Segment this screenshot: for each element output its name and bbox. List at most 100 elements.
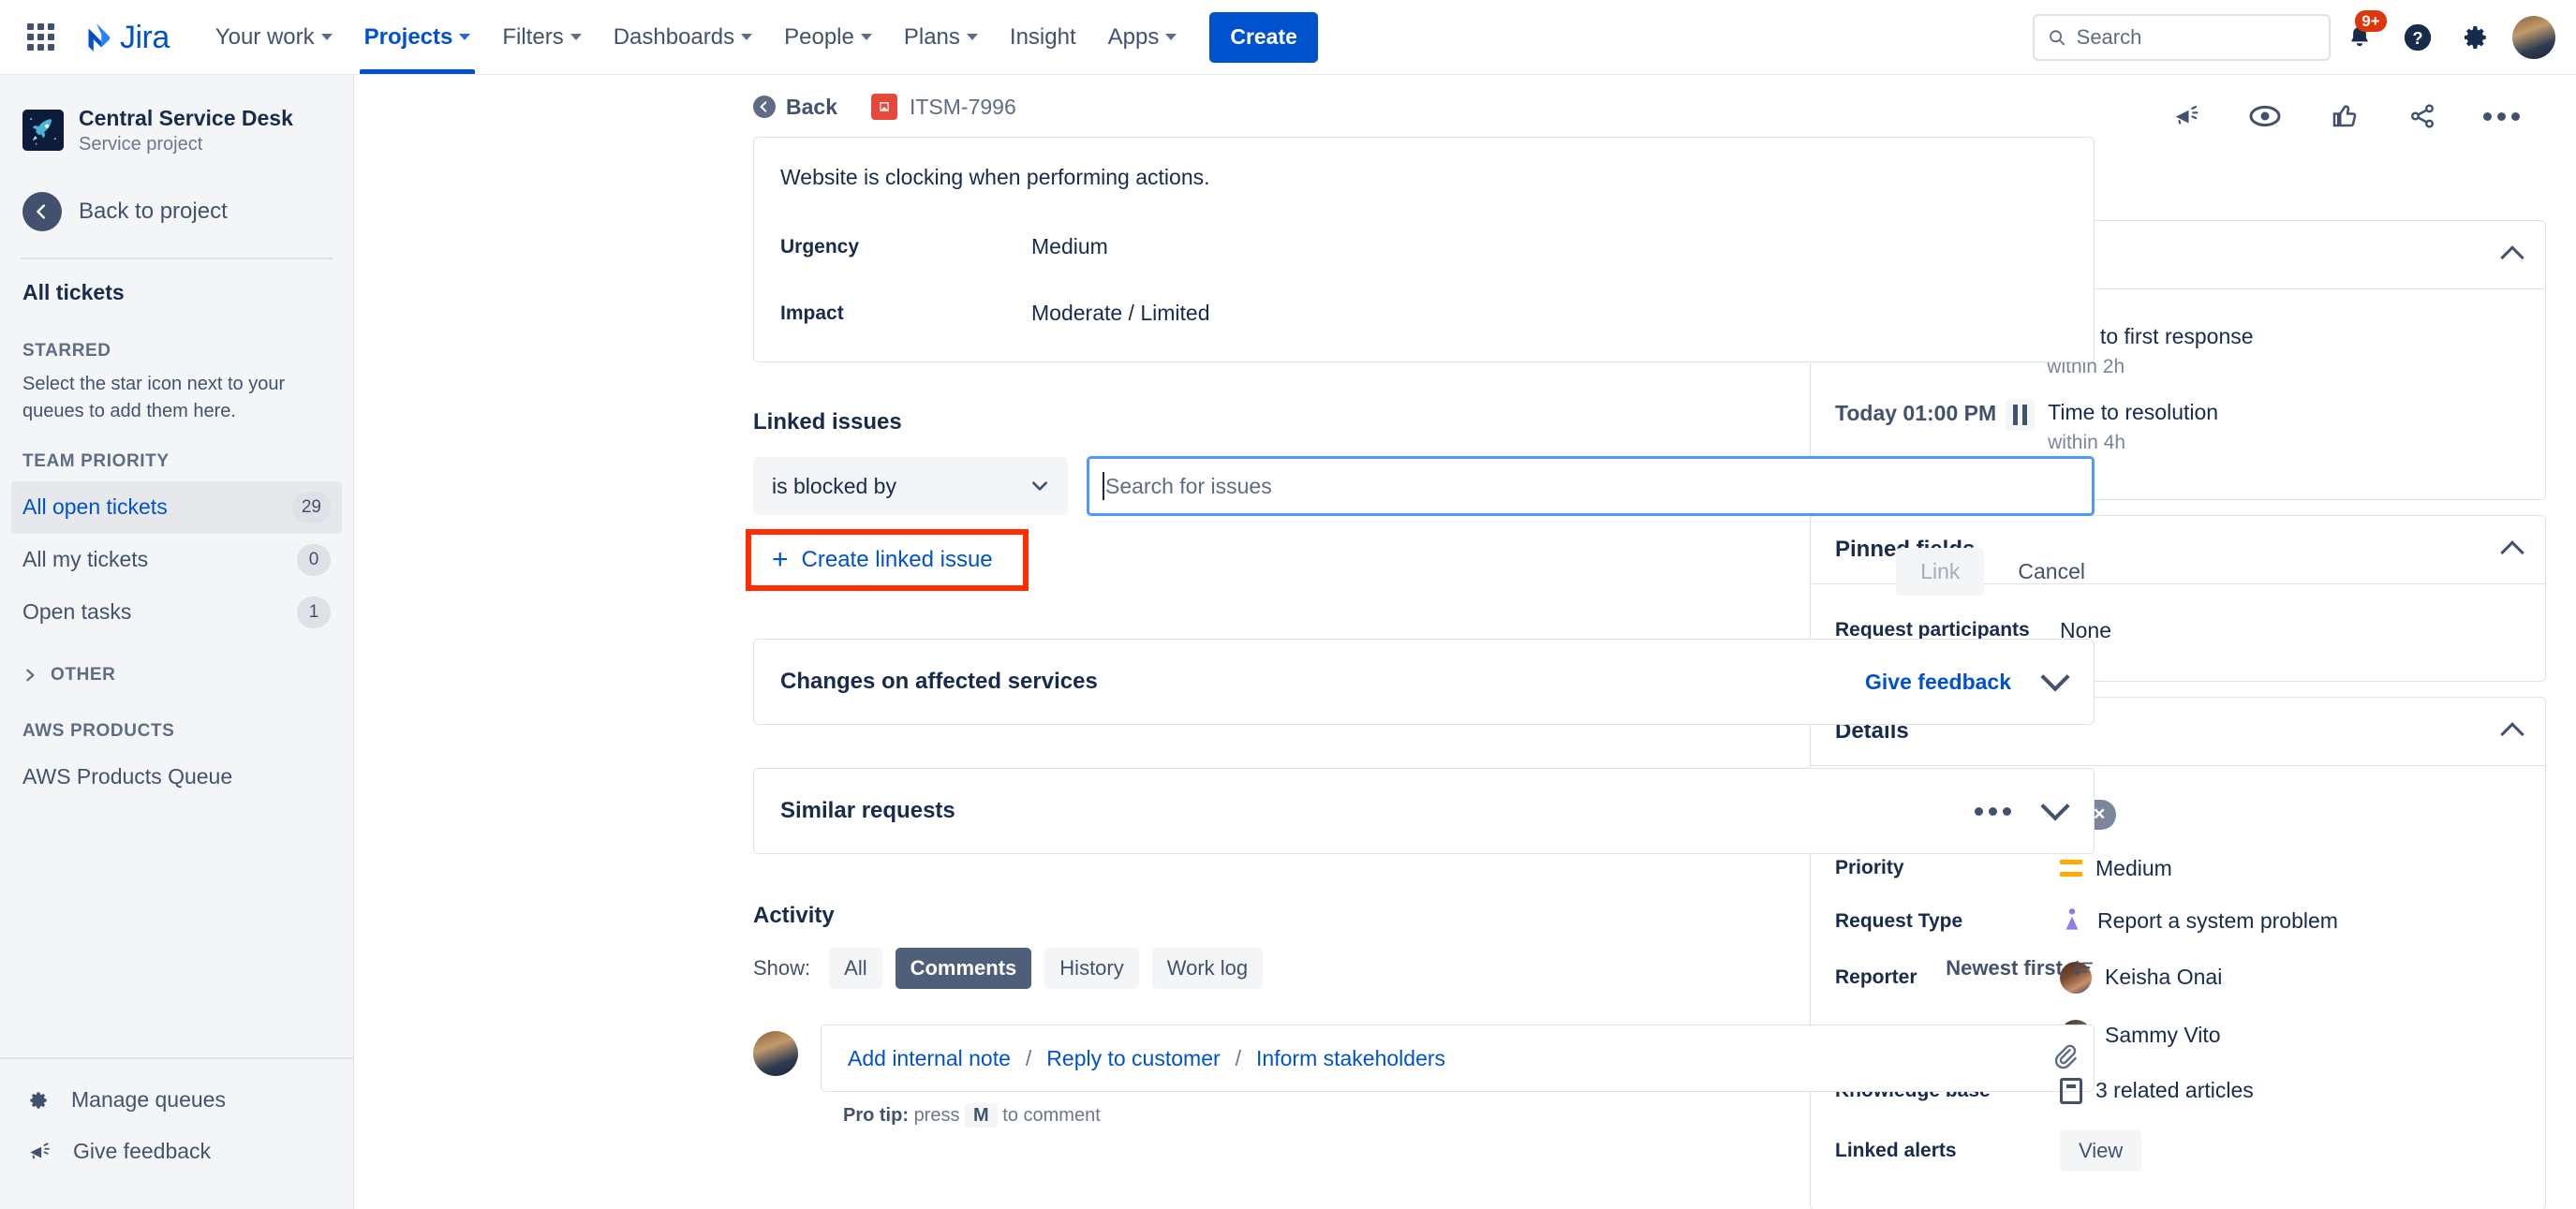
reporter-value: Keisha Onai (2105, 965, 2223, 989)
link-type-select[interactable]: is blocked by (753, 457, 1068, 516)
create-linked-issue-label: Create linked issue (801, 547, 993, 573)
field-row-impact: Impact Moderate / Limited (780, 301, 2067, 326)
global-search[interactable] (2033, 13, 2331, 61)
chevron-up-icon[interactable] (2500, 539, 2524, 565)
assignee-value: Sammy Vito (2105, 1023, 2221, 1047)
nav-item-apps[interactable]: Apps (1092, 0, 1193, 74)
app-switcher-icon[interactable] (21, 18, 60, 57)
sort-order-button[interactable]: Newest first (1946, 956, 2095, 980)
nav-item-people[interactable]: People (768, 0, 888, 74)
chevron-up-icon[interactable] (2500, 721, 2524, 746)
queue-label: AWS Products Queue (22, 764, 233, 789)
arrow-left-icon (22, 191, 62, 231)
breadcrumb: Back ITSM-7996 (354, 75, 1802, 137)
create-linked-issue-button[interactable]: + Create linked issue (746, 529, 1029, 592)
jira-logo[interactable]: Jira (81, 22, 170, 53)
project-header[interactable]: Central Service Desk Service project (0, 99, 353, 162)
linked-alerts-label: Linked alerts (1835, 1139, 1957, 1161)
give-feedback-link[interactable]: Give feedback (1865, 670, 2011, 695)
more-actions-icon[interactable] (2480, 96, 2522, 137)
sidebar-item-manage-queues[interactable]: Manage queues (0, 1074, 353, 1126)
sidebar-footer: Manage queues Give feedback (0, 1057, 353, 1209)
watch-eye-icon[interactable] (2244, 96, 2286, 137)
comment-composer[interactable]: Add internal note / Reply to customer / … (821, 1025, 2095, 1093)
nav-label: People (784, 23, 854, 50)
nav-item-plans[interactable]: Plans (888, 0, 994, 74)
share-icon[interactable] (2402, 96, 2443, 137)
nav-item-your-work[interactable]: Your work (200, 0, 348, 74)
tab-all[interactable]: All (829, 948, 882, 990)
sidebar-item-all-my-tickets[interactable]: All my tickets 0 (11, 534, 342, 586)
separator: / (1025, 1045, 1032, 1070)
sidebar-group-team-priority: TEAM PRIORITY (22, 450, 170, 471)
chevron-down-icon[interactable] (2040, 662, 2070, 692)
pro-tip-key: M (965, 1103, 998, 1128)
app-shell: Central Service Desk Service project Bac… (0, 75, 2576, 1209)
nav-right-cluster: 9+ ? (2033, 8, 2555, 66)
sla-name: Time to resolution (2048, 399, 2219, 424)
project-name: Central Service Desk (79, 106, 293, 130)
nav-item-insight[interactable]: Insight (994, 0, 1092, 74)
project-avatar-rocket-icon (22, 110, 64, 152)
chevron-down-icon (459, 34, 471, 40)
nav-item-dashboards[interactable]: Dashboards (598, 0, 768, 74)
chevron-down-icon[interactable] (2040, 791, 2070, 821)
request-type-value-wrap[interactable]: Report a system problem (2060, 907, 2338, 936)
attach-file-button[interactable] (2050, 1042, 2079, 1075)
cancel-button[interactable]: Cancel (2008, 548, 2095, 596)
chevron-up-icon[interactable] (2500, 245, 2524, 270)
sidebar-group-other[interactable]: OTHER (0, 639, 353, 695)
main-area: Back ITSM-7996 Website is clocking when … (354, 75, 2576, 1209)
sidebar-item-open-tasks[interactable]: Open tasks 1 (11, 586, 342, 639)
link-button[interactable]: Link (1896, 548, 1985, 597)
starred-hint-text: Select the star icon next to your queues… (22, 373, 286, 421)
tab-work-log[interactable]: Work log (1151, 948, 1264, 990)
issue-key-link[interactable]: ITSM-7996 (870, 94, 1016, 120)
sort-descending-icon (2073, 961, 2094, 976)
notifications-icon[interactable]: 9+ (2331, 8, 2389, 66)
inform-stakeholders-link[interactable]: Inform stakeholders (1256, 1046, 1445, 1071)
sidebar-item-give-feedback[interactable]: Give feedback (0, 1126, 353, 1177)
like-thumbs-up-icon[interactable] (2323, 96, 2364, 137)
create-button[interactable]: Create (1209, 11, 1318, 63)
jira-logo-text: Jira (120, 19, 170, 55)
sidebar-item-all-open-tickets[interactable]: All open tickets 29 (11, 480, 342, 534)
help-icon[interactable]: ? (2389, 8, 2447, 66)
profile-avatar[interactable] (2512, 15, 2555, 59)
priority-value: Medium (2095, 855, 2172, 880)
pro-tip-press: press (913, 1105, 960, 1127)
back-to-project-link[interactable]: Back to project (0, 181, 353, 243)
feedback-megaphone-icon[interactable] (2166, 96, 2207, 137)
issue-search-field[interactable] (1087, 456, 2095, 517)
nav-item-filters[interactable]: Filters (486, 0, 597, 74)
reply-to-customer-link[interactable]: Reply to customer (1046, 1046, 1220, 1071)
jira-logo-icon (88, 22, 111, 52)
back-to-project-label: Back to project (79, 198, 228, 224)
more-options-icon[interactable] (1975, 806, 2011, 816)
view-linked-alerts-button[interactable]: View (2060, 1129, 2142, 1172)
changes-on-affected-services-card: Changes on affected services Give feedba… (753, 639, 2095, 726)
field-row-urgency: Urgency Medium (780, 234, 2067, 259)
sidebar-item-aws-products-queue[interactable]: AWS Products Queue (11, 751, 342, 804)
request-type-label: Request Type (1835, 909, 1963, 932)
tab-history[interactable]: History (1044, 948, 1139, 990)
megaphone-icon (30, 1143, 50, 1159)
request-type-value: Report a system problem (2097, 908, 2338, 933)
incident-type-icon (870, 94, 897, 120)
project-sidebar: Central Service Desk Service project Bac… (0, 75, 354, 1209)
nav-label: Apps (1107, 23, 1160, 50)
urgency-label: Urgency (780, 236, 860, 258)
back-button[interactable]: Back (753, 95, 837, 120)
queue-count: 29 (291, 491, 331, 523)
issue-search-input[interactable] (1105, 473, 2079, 499)
search-input[interactable] (2076, 24, 2316, 50)
tab-comments[interactable]: Comments (895, 948, 1032, 990)
priority-value-wrap[interactable]: Medium (2060, 856, 2172, 881)
sidebar-item-all-tickets[interactable]: All tickets (0, 259, 353, 315)
nav-item-projects[interactable]: Projects (348, 0, 487, 74)
toggle-off-mark: ✕ (2093, 804, 2107, 823)
comment-action-links: Add internal note / Reply to customer / … (848, 1046, 1445, 1071)
settings-icon[interactable] (2447, 8, 2505, 66)
sla-time: Today 01:00 PM (1835, 400, 1997, 425)
add-internal-note-link[interactable]: Add internal note (848, 1046, 1011, 1071)
